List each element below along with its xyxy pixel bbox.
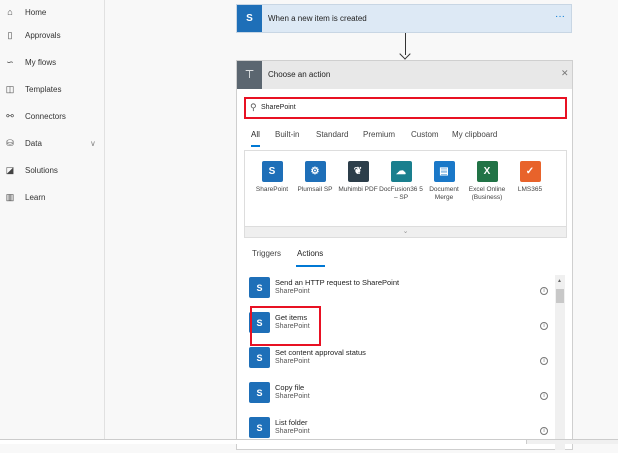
search-input[interactable]: ⚲ SharePoint xyxy=(244,97,567,119)
expand-connectors-button[interactable]: ⌄ xyxy=(245,226,566,237)
connectors-panel: S SharePoint ⚙ Plumsail SP ❦ Muhimbi PDF ☁ D… xyxy=(244,150,567,238)
sharepoint-icon: S xyxy=(249,382,270,403)
connector-docfusion[interactable]: ☁ DocFusion36 5 – SP xyxy=(379,161,423,202)
item-subtitle: SharePoint xyxy=(275,393,310,400)
sidebar-item-approvals[interactable]: ▯ Approvals xyxy=(0,23,104,47)
connector-icon: ⚯ xyxy=(6,110,14,121)
gear-icon: ⚙ xyxy=(304,161,326,182)
check-icon: ✓ xyxy=(519,161,541,182)
trigger-card[interactable]: S When a new item is created ··· xyxy=(236,4,572,33)
action-step-icon: ⊤ xyxy=(237,61,262,89)
sidebar-item-label: Connectors xyxy=(25,111,66,121)
sidebar-item-label: Data xyxy=(25,138,42,148)
connector-label: SharePoint xyxy=(255,186,289,193)
chevron-down-icon[interactable]: ∨ xyxy=(90,139,96,148)
sharepoint-icon: S xyxy=(249,417,270,438)
sidebar-item-data[interactable]: ⛁ Data ∨ xyxy=(0,131,104,155)
scrollbar-thumb[interactable] xyxy=(0,440,527,444)
tab-built-in[interactable]: Built-in xyxy=(275,130,299,139)
list-item[interactable]: S Set content approval status SharePoint xyxy=(247,345,547,379)
item-subtitle: SharePoint xyxy=(275,288,310,295)
tab-premium[interactable]: Premium xyxy=(363,130,395,139)
action-title: Choose an action xyxy=(268,70,331,79)
connector-label: Excel Online (Business) xyxy=(468,186,506,201)
connector-lms365[interactable]: ✓ LMS365 xyxy=(508,161,552,194)
horizontal-scrollbar[interactable] xyxy=(0,439,618,444)
home-icon: ⌂ xyxy=(7,7,13,17)
tree-icon: ❦ xyxy=(347,161,369,182)
tab-custom[interactable]: Custom xyxy=(411,130,439,139)
connector-excel-online[interactable]: X Excel Online (Business) xyxy=(465,161,509,202)
action-header: ⊤ Choose an action ✕ xyxy=(237,61,572,89)
scrollbar[interactable]: ▲ xyxy=(555,275,565,450)
sidebar-item-learn[interactable]: ▥ Learn xyxy=(0,185,104,209)
connector-label: Document Merge xyxy=(429,186,459,201)
more-options-button[interactable]: ··· xyxy=(555,11,565,22)
book-icon: ▥ xyxy=(5,191,15,202)
sidebar-item-templates[interactable]: ◫ Templates xyxy=(0,77,104,101)
connector-muhimbi[interactable]: ❦ Muhimbi PDF xyxy=(336,161,380,194)
sidebar-item-label: Solutions xyxy=(25,165,58,175)
tab-standard[interactable]: Standard xyxy=(316,130,348,139)
search-icon: ⚲ xyxy=(250,102,257,112)
excel-icon: X xyxy=(476,161,498,182)
sidebar-item-label: My flows xyxy=(25,57,57,67)
chevron-down-icon: ⌄ xyxy=(402,228,409,235)
item-title: Copy file xyxy=(275,383,305,392)
scrollbar-thumb[interactable] xyxy=(556,289,564,303)
item-subtitle: SharePoint xyxy=(275,428,310,435)
sidebar-item-label: Home xyxy=(25,7,47,17)
tab-underline xyxy=(251,145,260,147)
trigger-title: When a new item is created xyxy=(268,14,367,23)
document-icon: ▤ xyxy=(433,161,455,182)
highlight-box xyxy=(250,306,321,346)
sidebar-item-label: Learn xyxy=(25,192,46,202)
connector-label: Plumsail SP xyxy=(297,186,333,193)
tab-actions[interactable]: Actions xyxy=(297,249,323,258)
sidebar: ⌂ Home ▯ Approvals ∽ My flows ◫ Templates ⚯ C… xyxy=(0,0,105,444)
sidebar-item-connectors[interactable]: ⚯ Connectors xyxy=(0,104,104,128)
tab-triggers[interactable]: Triggers xyxy=(252,249,281,258)
sharepoint-icon: S xyxy=(249,277,270,298)
cloud-icon: ☁ xyxy=(390,161,412,182)
sharepoint-icon: S xyxy=(249,347,270,368)
info-icon[interactable]: i xyxy=(540,357,548,365)
sidebar-item-home[interactable]: ⌂ Home xyxy=(0,0,104,24)
list-item[interactable]: S Copy file SharePoint xyxy=(247,380,547,414)
database-icon: ⛁ xyxy=(6,137,14,148)
solutions-icon: ◪ xyxy=(5,164,15,175)
flow-icon: ∽ xyxy=(6,56,14,67)
choose-action-card: ⊤ Choose an action ✕ ⚲ SharePoint All Bu… xyxy=(236,60,573,450)
item-title: Send an HTTP request to SharePoint xyxy=(275,278,400,287)
tab-all[interactable]: All xyxy=(251,130,260,139)
sharepoint-icon: S xyxy=(237,5,262,32)
sidebar-item-my-flows[interactable]: ∽ My flows xyxy=(0,50,104,74)
scroll-up-icon[interactable]: ▲ xyxy=(557,278,562,284)
list-item[interactable]: S Send an HTTP request to SharePoint Share… xyxy=(247,275,547,309)
info-icon[interactable]: i xyxy=(540,427,548,435)
item-subtitle: SharePoint xyxy=(275,358,310,365)
sharepoint-icon: S xyxy=(261,161,283,182)
info-icon[interactable]: i xyxy=(540,392,548,400)
info-icon[interactable]: i xyxy=(540,287,548,295)
tab-underline xyxy=(296,265,325,267)
sidebar-item-solutions[interactable]: ◪ Solutions xyxy=(0,158,104,182)
search-value: SharePoint xyxy=(261,104,296,111)
templates-icon: ◫ xyxy=(5,83,15,94)
sidebar-item-label: Approvals xyxy=(25,30,61,40)
actions-list: S Send an HTTP request to SharePoint Share… xyxy=(237,273,572,453)
tab-my-clipboard[interactable]: My clipboard xyxy=(452,130,497,139)
connector-label: DocFusion36 5 – SP xyxy=(379,186,423,201)
close-icon[interactable]: ✕ xyxy=(561,68,569,79)
sidebar-item-label: Templates xyxy=(25,84,62,94)
connector-label: Muhimbi PDF xyxy=(338,186,378,193)
item-title: List folder xyxy=(275,418,308,427)
clipboard-icon: ▯ xyxy=(7,29,13,40)
item-title: Set content approval status xyxy=(275,348,366,357)
connector-plumsail[interactable]: ⚙ Plumsail SP xyxy=(293,161,337,194)
info-icon[interactable]: i xyxy=(540,322,548,330)
connector-label: LMS365 xyxy=(517,186,543,193)
connector-document-merge[interactable]: ▤ Document Merge xyxy=(422,161,466,202)
connector-sharepoint[interactable]: S SharePoint xyxy=(250,161,294,194)
